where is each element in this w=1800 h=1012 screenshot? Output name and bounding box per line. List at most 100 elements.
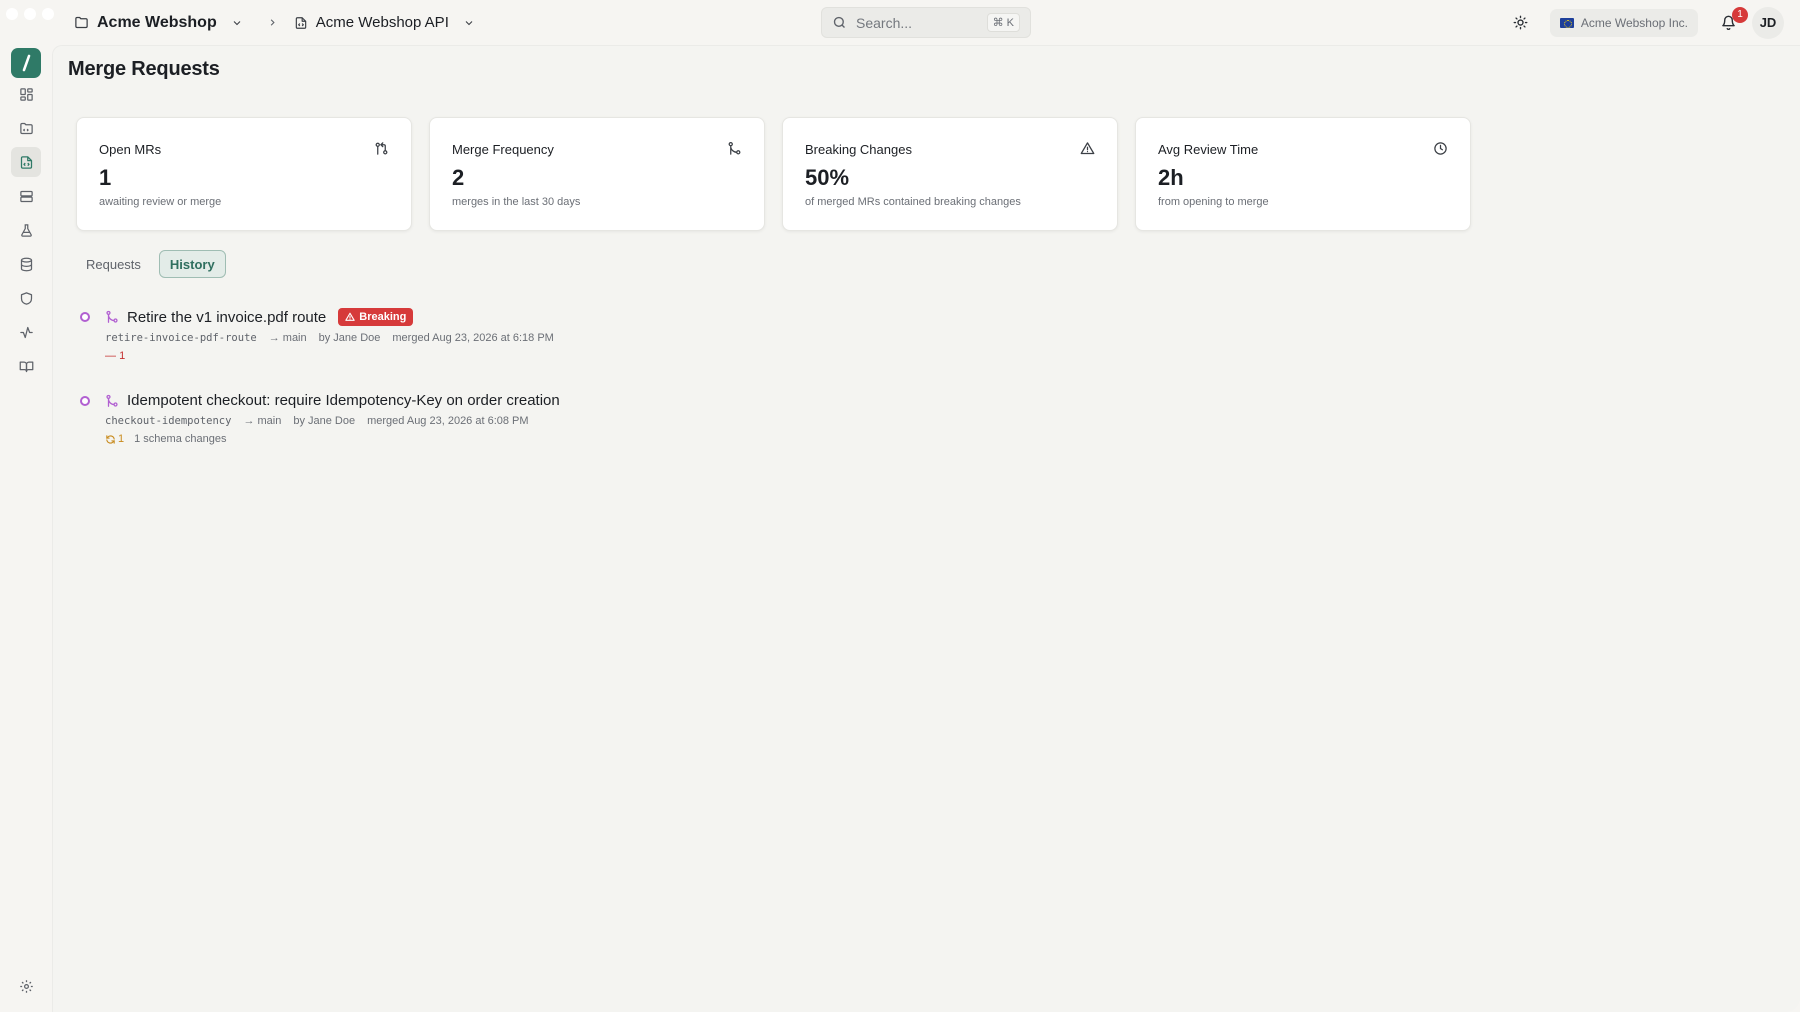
target-branch: main [257,415,282,427]
sidebar-item-database[interactable] [11,249,41,279]
organization-name: Acme Webshop Inc. [1580,15,1688,30]
chevron-down-icon [233,20,241,25]
organization-switcher[interactable]: Acme Webshop Inc. [1549,8,1698,37]
source-branch: retire-invoice-pdf-route [105,332,257,344]
list-item: Idempotent checkout: require Idempotency… [80,392,560,445]
merge-icon [106,310,118,323]
clock-icon [1434,142,1447,155]
search-placeholder: Search... [856,14,913,31]
mr-title-link[interactable]: Idempotent checkout: require Idempotency… [127,392,560,409]
sidebar [0,45,52,1012]
folder-icon [19,122,33,134]
card-title: Open MRs [99,142,162,157]
tab-requests[interactable]: Requests [76,250,151,278]
database-icon [20,257,32,271]
card-value: 2 [452,165,465,190]
notifications-button[interactable]: 1 [1714,6,1748,38]
search-icon [833,16,845,28]
card-value: 2h [1158,165,1184,190]
page-title: Merge Requests [68,58,220,80]
target-branch-group: → main [268,332,307,344]
sidebar-item-settings[interactable] [11,971,41,1001]
sidebar-item-testing[interactable] [11,215,41,245]
card-subtitle: of merged MRs contained breaking changes [805,196,1021,208]
card-subtitle: awaiting review or merge [99,196,222,208]
entry-header: Retire the v1 invoice.pdf route Breaking [105,308,560,326]
maximize-window-button[interactable] [42,8,54,20]
entry-stats: — 1 [105,350,560,362]
sidebar-item-dashboard[interactable] [11,79,41,109]
tab-history[interactable]: History [158,250,226,278]
project-switcher[interactable]: Acme Webshop API [294,14,475,31]
sidebar-item-api[interactable] [11,147,41,177]
author: by Jane Doe [293,415,356,427]
mr-title-link[interactable]: Retire the v1 invoice.pdf route [127,309,326,326]
changes-value: 1 [118,433,125,445]
pull-request-icon [375,142,388,155]
author: by Jane Doe [318,332,381,344]
book-icon [19,361,33,372]
stats-cards: Open MRs 1 awaiting review or merge Merg… [76,117,1471,231]
servers-icon [19,190,33,202]
merged-time: merged Aug 23, 2026 at 6:18 PM [392,332,554,344]
warning-icon [345,312,355,321]
card-value: 1 [99,165,112,190]
flask-icon [20,223,32,237]
entry-meta: checkout-idempotency → main by Jane Doe … [105,415,560,427]
sidebar-item-security[interactable] [11,283,41,313]
api-file-icon [295,16,306,29]
gear-icon [19,979,33,993]
notification-badge: 1 [1732,6,1748,23]
close-window-button[interactable] [6,8,18,20]
source-branch: checkout-idempotency [105,415,232,427]
entry-meta: retire-invoice-pdf-route → main by Jane … [105,332,560,344]
sun-icon [1513,15,1528,30]
schema-changes-label: 1 schema changes [134,433,227,445]
shield-icon [20,291,32,305]
minimize-window-button[interactable] [24,8,36,20]
app-logo[interactable] [11,48,41,78]
card-subtitle: from opening to merge [1158,196,1269,208]
window-controls [6,8,54,20]
card-value: 50% [805,165,850,190]
merge-icon [106,394,118,407]
sidebar-item-monitoring[interactable] [11,317,41,347]
breaking-badge: Breaking [338,308,414,326]
sidebar-item-projects[interactable] [11,113,41,143]
dashboard-icon [19,87,33,101]
sidebar-item-docs[interactable] [11,351,41,381]
timeline-dot [80,312,90,322]
activity-icon [19,326,33,338]
chevron-right-icon [267,15,278,31]
merge-history-list: Retire the v1 invoice.pdf route Breaking… [80,308,560,475]
app-window: Acme Webshop Acme Webshop API Search... … [0,0,1800,1012]
avatar[interactable]: JD [1752,6,1784,39]
org-switcher[interactable]: Acme Webshop [74,14,243,32]
project-name: Acme Webshop API [315,14,449,31]
mr-tabs: Requests History [76,250,226,278]
search-input[interactable]: Search... ⌘ K [821,7,1031,38]
deletions-count: — 1 [105,350,126,362]
target-branch-group: → main [243,415,282,427]
api-file-icon [20,155,32,169]
list-item: Retire the v1 invoice.pdf route Breaking… [80,308,560,362]
theme-toggle-button[interactable] [1506,8,1536,38]
org-name: Acme Webshop [97,13,217,31]
target-branch: main [282,332,307,344]
header-actions: Acme Webshop Inc. 1 JD [1506,0,1784,45]
breaking-badge-label: Breaking [359,311,407,323]
warning-icon [1080,142,1095,155]
deletions-value: 1 [119,350,126,362]
entry-stats: 1 1 schema changes [105,433,560,445]
top-bar: Acme Webshop Acme Webshop API Search... … [0,0,1800,45]
stat-card-open-mrs: Open MRs 1 awaiting review or merge [76,117,412,231]
sidebar-item-servers[interactable] [11,181,41,211]
merge-icon [728,141,741,155]
search-shortcut: ⌘ K [986,13,1020,32]
folder-icon [75,16,88,29]
timeline-dot [80,396,90,406]
entry-header: Idempotent checkout: require Idempotency… [105,392,560,409]
eu-flag-icon [1559,17,1574,28]
logo-slash-icon [22,54,31,72]
card-subtitle: merges in the last 30 days [452,196,581,208]
